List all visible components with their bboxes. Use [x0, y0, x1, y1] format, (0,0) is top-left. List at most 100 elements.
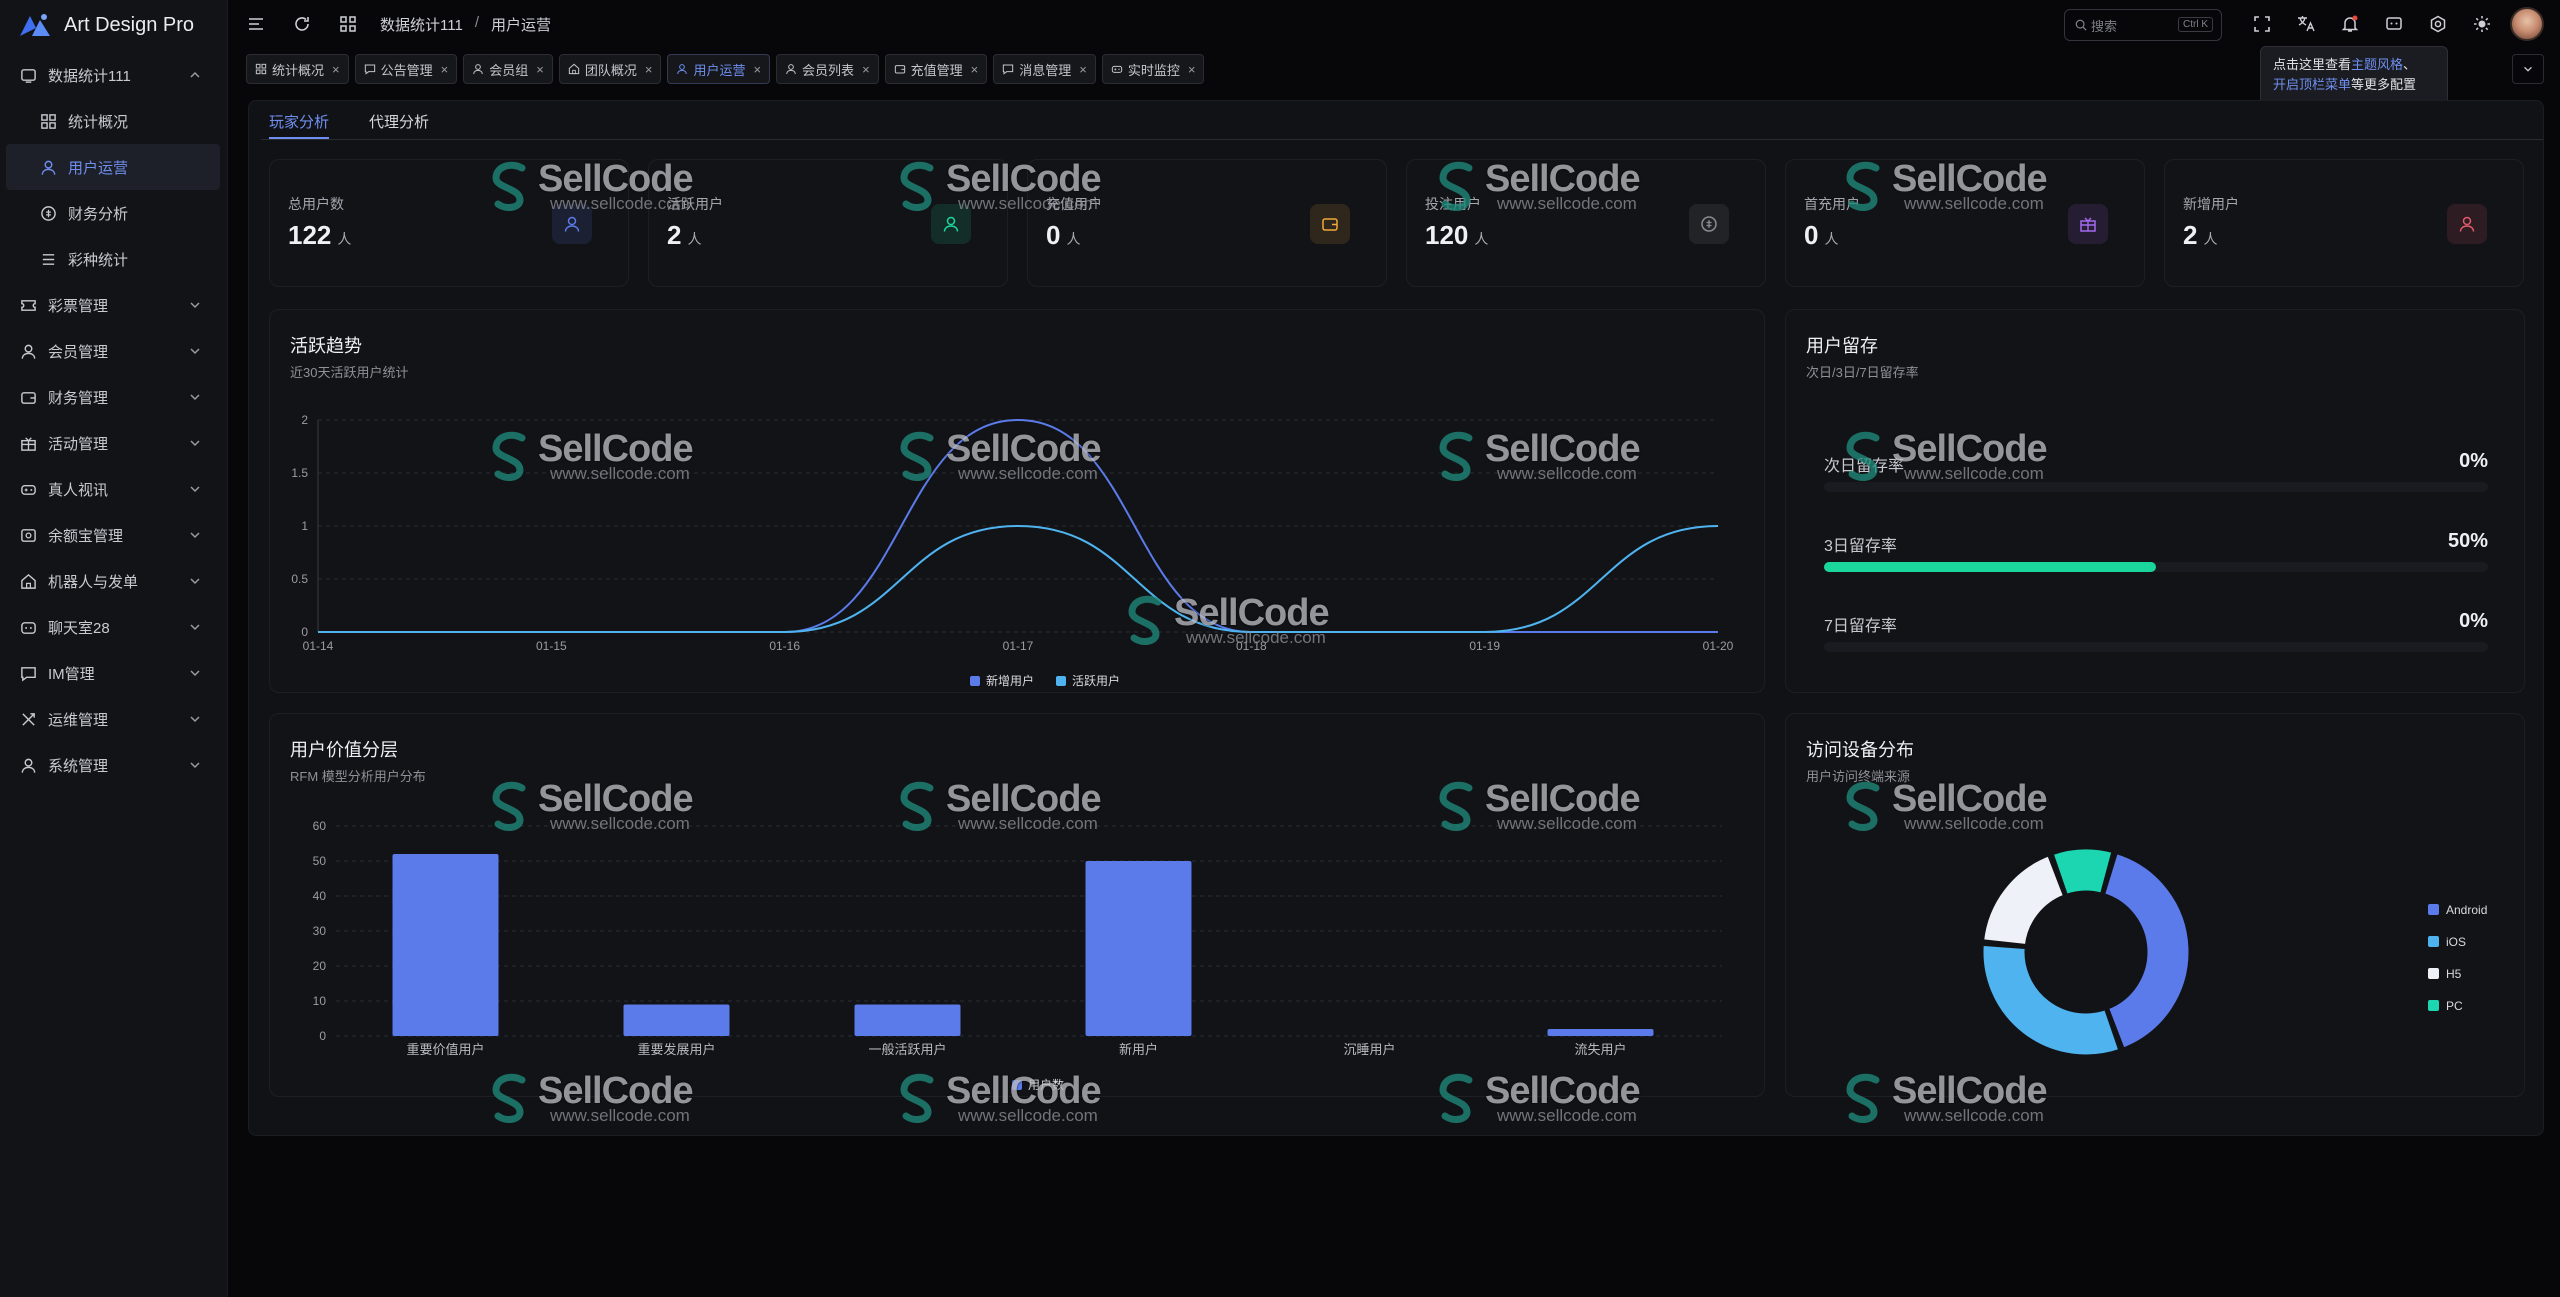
sidebar-item-label: 真人视讯: [48, 481, 109, 499]
legend-swatch: [1056, 676, 1066, 686]
tab-label: 充值管理: [910, 62, 963, 78]
chevron-down-icon: [190, 440, 200, 447]
sidebar-item[interactable]: IM管理: [0, 650, 228, 696]
close-icon[interactable]: ×: [862, 62, 870, 77]
breadcrumb-item[interactable]: 数据统计111: [380, 14, 463, 35]
theme-sun-icon[interactable]: [2472, 14, 2492, 34]
sidebar-item[interactable]: 彩票管理: [0, 282, 228, 328]
sidebar-item-label: 用户运营: [68, 159, 129, 177]
gift-icon: [18, 433, 38, 453]
page-tab[interactable]: 统计概况 ×: [246, 54, 349, 84]
sidebar-item[interactable]: 数据统计111: [0, 52, 228, 98]
tooltip-topmenu-link[interactable]: 开启顶栏菜单: [2273, 77, 2351, 92]
fullscreen-icon[interactable]: [2252, 14, 2272, 34]
sidebar-item[interactable]: 活动管理: [0, 420, 228, 466]
close-icon[interactable]: ×: [1188, 62, 1196, 77]
y-tick-label: 1: [301, 519, 308, 533]
page-tab[interactable]: 消息管理 ×: [993, 54, 1096, 84]
sidebar-item-label: 彩种统计: [68, 251, 129, 269]
retention-row: 3日留存率 50%: [1824, 518, 2488, 572]
tab-label: 实时监控: [1127, 62, 1180, 78]
chevron-down-icon: [190, 578, 200, 585]
sidebar-item[interactable]: 用户运营: [6, 144, 220, 190]
settings-gear-icon[interactable]: [2428, 14, 2448, 34]
stat-card: 首充用户 0 人: [1785, 159, 2145, 287]
retention-progress-track: [1824, 642, 2488, 652]
tab-label: 团队概况: [584, 62, 637, 78]
sidebar-item-label: 聊天室28: [48, 619, 110, 637]
notification-bell-icon[interactable]: [2340, 14, 2360, 34]
topbar: 数据统计111 / 用户运营 搜索 Ctrl K: [228, 0, 2560, 48]
stat-label: 投注用户: [1425, 196, 1481, 212]
close-icon[interactable]: ×: [753, 62, 761, 77]
search-placeholder: 搜索: [2091, 18, 2118, 34]
page-tab[interactable]: 团队概况 ×: [558, 54, 662, 84]
page-tab[interactable]: 充值管理 ×: [884, 54, 988, 84]
sidebar-item[interactable]: 彩种统计: [0, 236, 228, 282]
sidebar-item[interactable]: 财务分析: [0, 190, 228, 236]
chat-icon[interactable]: [2384, 14, 2404, 34]
sidebar-item[interactable]: 余额宝管理: [0, 512, 228, 558]
sidebar-item[interactable]: 真人视讯: [0, 466, 228, 512]
tooltip-text: 点击这里查看: [2273, 57, 2352, 72]
user-icon: [677, 64, 688, 75]
breadcrumb-item: 用户运营: [490, 17, 551, 34]
search-box[interactable]: 搜索 Ctrl K: [2064, 9, 2222, 41]
legend-label: 新增用户: [986, 673, 1034, 688]
page-tab[interactable]: 会员组 ×: [463, 54, 553, 84]
user-icon: [786, 64, 796, 75]
breadcrumb: 数据统计111 / 用户运营: [380, 14, 551, 35]
user-icon: [473, 64, 484, 75]
close-icon[interactable]: ×: [332, 62, 340, 77]
wallet-icon: [18, 387, 38, 407]
close-icon[interactable]: ×: [645, 62, 653, 77]
translate-icon[interactable]: [2296, 14, 2316, 34]
sidebar-item[interactable]: 聊天室28: [0, 604, 228, 650]
app-logo[interactable]: Art Design Pro: [18, 10, 194, 40]
sidebar-item-label: 系统管理: [48, 757, 109, 775]
tab-label: 统计概况: [272, 62, 325, 78]
sidebar-item[interactable]: 系统管理: [0, 742, 228, 788]
x-tick-label: 重要价值用户: [406, 1042, 484, 1057]
close-icon[interactable]: ×: [441, 62, 449, 77]
legend-label: iOS: [2446, 935, 2466, 949]
page-tab[interactable]: 会员列表 ×: [776, 54, 879, 84]
stat-number: 0: [1046, 220, 1061, 250]
retention-card: 用户留存 次日/3日/7日留存率 次日留存率 0% 3日留存率 50% 7日留存率 0%: [1785, 309, 2525, 693]
close-icon[interactable]: ×: [1079, 62, 1087, 77]
x-tick-label: 01-15: [536, 639, 567, 653]
tooltip-theme-link[interactable]: 主题风格: [2351, 57, 2403, 72]
sidebar-item[interactable]: 统计概况: [0, 98, 228, 144]
close-icon[interactable]: ×: [971, 62, 979, 77]
message-icon: [1003, 64, 1014, 75]
x-tick-label: 新用户: [1119, 1042, 1158, 1057]
sidebar-item[interactable]: 财务管理: [0, 374, 228, 420]
x-tick-label: 01-17: [1003, 639, 1034, 653]
bar: [1547, 1029, 1654, 1036]
menu-toggle-icon[interactable]: [246, 14, 266, 34]
legend-swatch: [2428, 968, 2439, 979]
home-icon: [568, 63, 579, 75]
legend-label: 用户数: [1028, 1077, 1064, 1092]
pie-slice: [2102, 851, 2192, 1051]
sidebar-item[interactable]: 会员管理: [0, 328, 228, 374]
refresh-icon[interactable]: [292, 14, 312, 34]
tabs-more-button[interactable]: [2512, 54, 2544, 84]
gamepad-icon: [1111, 65, 1123, 73]
sidebar-item[interactable]: 运维管理: [0, 696, 228, 742]
tabs-divider: [261, 139, 2543, 140]
retention-row: 次日留存率 0%: [1824, 438, 2488, 492]
safe-icon: [18, 525, 38, 545]
user-avatar[interactable]: [2510, 7, 2544, 41]
close-icon[interactable]: ×: [536, 62, 544, 77]
tab-player-analysis[interactable]: 玩家分析: [269, 111, 330, 139]
page-tab[interactable]: 实时监控 ×: [1101, 54, 1205, 84]
chevron-down-icon: [190, 394, 200, 401]
page-tab[interactable]: 用户运营 ×: [667, 54, 771, 84]
grid-apps-icon[interactable]: [338, 14, 358, 34]
x-tick-label: 一般活跃用户: [868, 1042, 946, 1057]
retention-label: 3日留存率: [1824, 538, 1897, 555]
sidebar-item[interactable]: 机器人与发单: [0, 558, 228, 604]
tab-agent-analysis[interactable]: 代理分析: [369, 111, 429, 139]
page-tab[interactable]: 公告管理 ×: [354, 54, 458, 84]
